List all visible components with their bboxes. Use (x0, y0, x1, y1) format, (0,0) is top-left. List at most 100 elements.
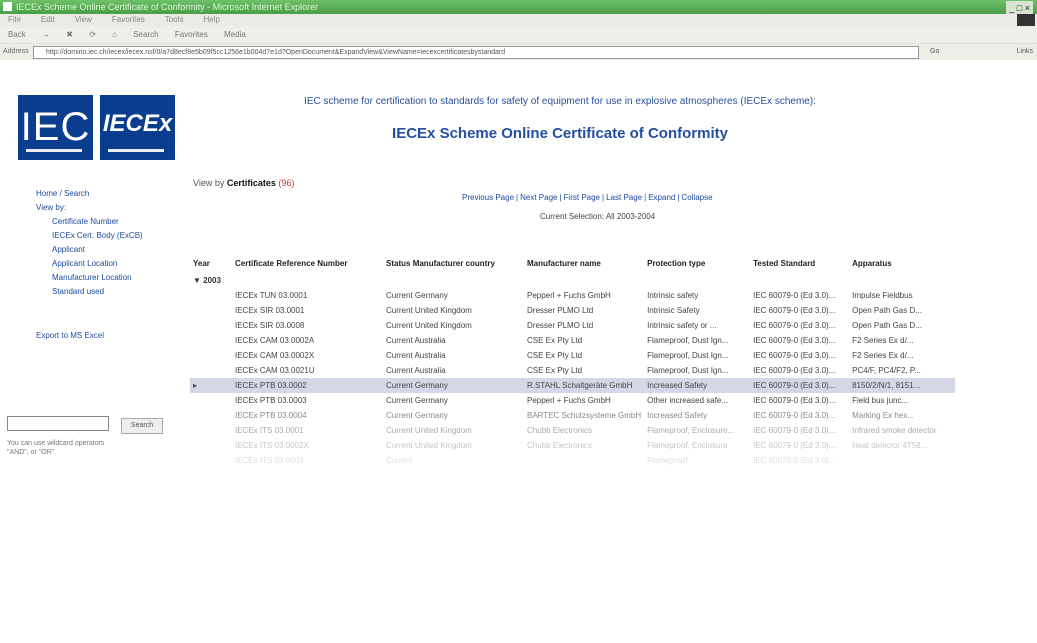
iec-logo[interactable]: IEC (18, 95, 93, 160)
protection-type-cell: Increased Safety (644, 378, 751, 393)
menu-bar: File Edit View Favorites Tools Help (0, 14, 1037, 32)
browser-icon (3, 2, 12, 11)
row-marker (190, 318, 232, 333)
manufacturer-name-cell: Dresser PLMO Ltd (527, 321, 594, 330)
go-button[interactable]: Go (930, 44, 939, 60)
certificate-number-cell[interactable]: IECEx SIR 03.0001 (232, 303, 383, 318)
certificate-number-cell[interactable]: IECEx PTB 03.0004 (232, 408, 383, 423)
address-input[interactable]: http://domino.iec.ch/iecex/iecex.nsf/0/a… (33, 46, 919, 59)
view-by-indicator: View by Certificates (96) (193, 178, 294, 188)
col-status[interactable]: Status (386, 259, 410, 268)
certificate-number-cell[interactable]: IECEx CAM 03.0021U (232, 363, 383, 378)
manufacturer-country-cell: Germany (414, 291, 448, 300)
first-page-link[interactable]: First Page (564, 193, 600, 202)
search-input[interactable] (7, 416, 109, 431)
certificate-number-cell[interactable]: IECEx PTB 03.0003 (232, 393, 383, 408)
certificate-number-cell[interactable]: IECEx CAM 03.0002X (232, 348, 383, 363)
iecex-logo[interactable]: IECEx (100, 95, 175, 160)
expand-link[interactable]: Expand (648, 193, 675, 202)
row-marker (190, 423, 232, 438)
certificate-number-cell[interactable]: IECEx ITS 03.0001 (232, 423, 383, 438)
table-body: ▼ 2003 IECEx TUN 03.0001 Current Germany P… (190, 273, 956, 468)
sidebar-item-standard-used[interactable]: Standard used (36, 285, 143, 299)
collapse-link[interactable]: Collapse (681, 193, 712, 202)
row-marker (190, 288, 232, 303)
menu-file[interactable]: File (8, 15, 21, 24)
protection-type-cell: Flameproof, Enclosure (647, 441, 728, 450)
apparatus-cell: 8150/2/N/1, 8151... (849, 378, 956, 393)
forward-button[interactable]: → (42, 30, 50, 39)
col-year[interactable]: Year (190, 253, 232, 273)
table-row[interactable]: IECEx SIR 03.0001 Current United Kingdom D… (190, 303, 955, 318)
col-status-country[interactable]: Status Manufacturer country (383, 253, 524, 273)
status-cell: Current (386, 381, 413, 390)
col-manufacturer-country[interactable]: Manufacturer country (413, 259, 495, 268)
certificate-number-cell[interactable]: IECEx TUN 03.0001 (232, 288, 383, 303)
col-certificate-number[interactable]: Certificate Reference Number (232, 253, 383, 273)
year-group-value[interactable]: 2003 (203, 276, 221, 285)
table-row[interactable]: IECEx ITS 03.0003 Current Flameproof IEC 6… (190, 453, 955, 468)
home-icon[interactable]: ⌂ (112, 30, 117, 39)
refresh-icon[interactable]: ⟳ (89, 30, 96, 39)
back-button[interactable]: Back (8, 30, 26, 39)
year-group-row[interactable]: ▼ 2003 (190, 273, 955, 288)
collapse-triangle-icon[interactable]: ▼ (193, 276, 201, 285)
sidebar-item-certificate-number[interactable]: Certificate Number (36, 215, 143, 229)
scheme-description: IEC scheme for certification to standard… (304, 96, 816, 107)
table-row[interactable]: IECEx PTB 03.0003 Current Germany Pepperl … (190, 393, 955, 408)
status-cell: Current (386, 396, 413, 405)
search-button[interactable]: Search (133, 30, 158, 39)
window-controls[interactable]: _ □ × (1006, 1, 1033, 15)
table-row[interactable]: IECEx SIR 03.0008 Current United Kingdom D… (190, 318, 955, 333)
table-row[interactable]: IECEx ITS 03.0001 Current United Kingdom C… (190, 423, 955, 438)
certificate-number-cell[interactable]: IECEx SIR 03.0008 (232, 318, 383, 333)
sidebar-item-applicant[interactable]: Applicant (36, 243, 143, 257)
certificate-number-cell[interactable]: IECEx CAM 03.0002A (232, 333, 383, 348)
menu-help[interactable]: Help (203, 15, 219, 24)
manufacturer-name-cell: Pepperl + Fuchs GmbH (527, 291, 611, 300)
table-row[interactable]: IECEx CAM 03.0021U Current Australia CSE E… (190, 363, 955, 378)
certificate-number-cell[interactable]: IECEx ITS 03.0002X (232, 438, 383, 453)
apparatus-cell: Open Path Gas D... (852, 306, 922, 315)
protection-type-cell: Increased Safety (647, 411, 708, 420)
table-row[interactable]: IECEx CAM 03.0002A Current Australia CSE E… (190, 333, 955, 348)
export-excel-link[interactable]: Export to MS Excel (36, 329, 143, 343)
sidebar-item-manufacturer-location[interactable]: Manufacturer Location (36, 271, 143, 285)
col-protection-type[interactable]: Protection type (644, 253, 750, 273)
previous-page-link[interactable]: Previous Page (462, 193, 514, 202)
col-tested-standard[interactable]: Tested Standard (750, 253, 849, 273)
manufacturer-country-cell: United Kingdom (414, 321, 472, 330)
media-button[interactable]: Media (224, 30, 246, 39)
table-row[interactable]: IECEx PTB 03.0004 Current Germany BARTEC S… (190, 408, 955, 423)
tested-standard-cell: IEC 60079-0 (Ed 3.0)... (753, 291, 836, 300)
tested-standard-cell: IEC 60079-0 (Ed 3.0)... (753, 426, 836, 435)
col-manufacturer-name[interactable]: Manufacturer name (524, 253, 644, 273)
certificate-number-cell[interactable]: IECEx PTB 03.0002 (232, 378, 383, 393)
table-row[interactable]: IECEx ITS 03.0002X Current United Kingdom… (190, 438, 955, 453)
menu-edit[interactable]: Edit (41, 15, 55, 24)
sidebar-item-home-search[interactable]: Home / Search (36, 187, 143, 201)
favorites-button[interactable]: Favorites (175, 30, 208, 39)
year-group-label[interactable]: ▼ 2003 (190, 273, 955, 288)
table-row[interactable]: ▸ IECEx PTB 03.0002 Current Germany R.STAHL… (190, 378, 956, 393)
table-row[interactable]: IECEx CAM 03.0002X Current Australia CSE E… (190, 348, 955, 363)
sidebar-item-excb[interactable]: IECEx Cert. Body (ExCB) (36, 229, 143, 243)
next-page-link[interactable]: Next Page (520, 193, 557, 202)
tested-standard-cell: IEC 60079-0 (Ed 3.0)... (753, 336, 836, 345)
menu-tools[interactable]: Tools (165, 15, 184, 24)
tested-standard-cell: IEC 60079-0 (Ed 3.0)... (753, 411, 836, 420)
last-page-link[interactable]: Last Page (606, 193, 642, 202)
links-button[interactable]: Links (1017, 44, 1033, 60)
menu-favorites[interactable]: Favorites (112, 15, 145, 24)
tested-standard-cell: IEC 60079-0 (Ed 3.0)... (753, 306, 836, 315)
search-button[interactable]: Search (121, 418, 163, 434)
col-apparatus[interactable]: Apparatus (849, 253, 955, 273)
apparatus-cell: Heat detector 4T58... (852, 441, 928, 450)
manufacturer-country-cell: Australia (414, 366, 446, 375)
certificate-number-cell[interactable]: IECEx ITS 03.0003 (232, 453, 383, 468)
status-country-cell: Current Australia (383, 348, 524, 363)
sidebar-item-applicant-location[interactable]: Applicant Location (36, 257, 143, 271)
menu-view[interactable]: View (75, 15, 92, 24)
stop-icon[interactable]: ✖ (66, 30, 73, 39)
table-row[interactable]: IECEx TUN 03.0001 Current Germany Pepperl … (190, 288, 955, 303)
